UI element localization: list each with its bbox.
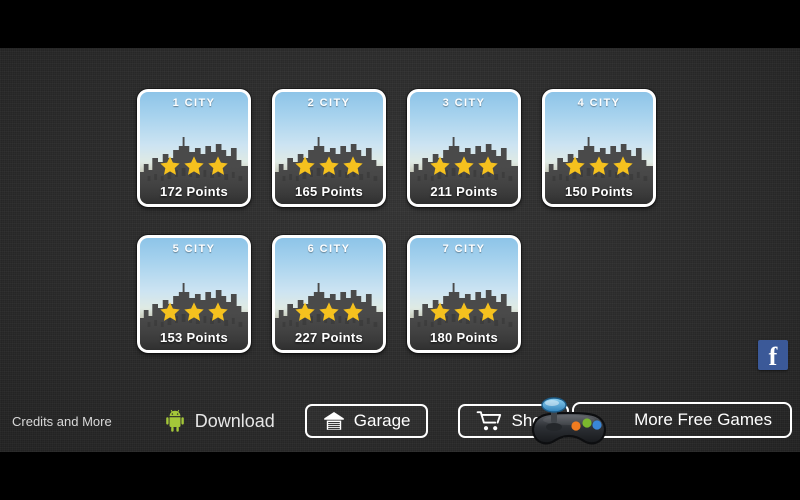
star-icon <box>430 156 450 175</box>
star-icon <box>478 156 498 175</box>
level-select-stage: 1 CITY 172 Points 2 CITY 165 Points 3 CI… <box>0 48 800 452</box>
game-screen: 1 CITY 172 Points 2 CITY 165 Points 3 CI… <box>0 0 800 500</box>
star-rating <box>140 301 248 322</box>
star-rating <box>410 301 518 322</box>
star-icon <box>565 156 585 175</box>
level-card-1[interactable]: 1 CITY 172 Points <box>137 89 251 207</box>
level-card-5[interactable]: 5 CITY 153 Points <box>137 235 251 353</box>
download-button[interactable]: Download <box>162 408 275 434</box>
star-icon <box>319 302 339 321</box>
star-icon <box>295 156 315 175</box>
star-icon <box>589 156 609 175</box>
level-card-art: 6 CITY 227 Points <box>275 238 383 350</box>
facebook-icon: f <box>768 342 778 371</box>
level-card-art: 3 CITY 211 Points <box>410 92 518 204</box>
level-card-art: 2 CITY 165 Points <box>275 92 383 204</box>
level-title: 3 CITY <box>442 97 486 109</box>
star-icon <box>319 156 339 175</box>
level-card-art: 4 CITY 150 Points <box>545 92 653 204</box>
level-title: 1 CITY <box>172 97 216 109</box>
star-rating <box>275 155 383 176</box>
star-icon <box>430 302 450 321</box>
star-icon <box>454 156 474 175</box>
garage-button[interactable]: Garage <box>304 404 429 438</box>
level-points: 150 Points <box>564 184 634 199</box>
level-card-3[interactable]: 3 CITY 211 Points <box>407 89 521 207</box>
level-card-2[interactable]: 2 CITY 165 Points <box>272 89 386 207</box>
garage-label: Garage <box>353 411 411 430</box>
star-icon <box>454 302 474 321</box>
star-rating <box>410 155 518 176</box>
level-row: 5 CITY 153 Points 6 CITY 227 Points 7 CI… <box>137 235 667 353</box>
star-icon <box>478 302 498 321</box>
level-points: 172 Points <box>159 184 229 199</box>
garage-icon <box>323 412 344 430</box>
level-points: 165 Points <box>294 184 364 199</box>
level-card-4[interactable]: 4 CITY 150 Points <box>542 89 656 207</box>
star-icon <box>613 156 633 175</box>
letterbox-top <box>0 0 800 48</box>
star-icon <box>208 156 228 175</box>
star-icon <box>208 302 228 321</box>
more-free-games-button[interactable]: More Free Games <box>532 397 792 445</box>
level-card-art: 1 CITY 172 Points <box>140 92 248 204</box>
level-title: 2 CITY <box>307 97 351 109</box>
star-icon <box>160 302 180 321</box>
star-icon <box>295 302 315 321</box>
star-icon <box>184 156 204 175</box>
shopping-cart-icon <box>477 411 502 431</box>
level-title: 5 CITY <box>172 243 216 255</box>
letterbox-bottom <box>0 452 800 500</box>
level-points: 211 Points <box>430 184 498 199</box>
level-card-6[interactable]: 6 CITY 227 Points <box>272 235 386 353</box>
star-icon <box>184 302 204 321</box>
more-free-games-label: More Free Games <box>634 410 772 429</box>
level-points: 153 Points <box>159 330 229 345</box>
star-icon <box>343 302 363 321</box>
credits-and-more-button[interactable]: Credits and More <box>12 414 112 429</box>
level-card-art: 5 CITY 153 Points <box>140 238 248 350</box>
star-rating <box>545 155 653 176</box>
level-row: 1 CITY 172 Points 2 CITY 165 Points 3 CI… <box>137 89 667 207</box>
level-title: 7 CITY <box>442 243 486 255</box>
bottom-toolbar: Credits and More Download Garage Shop Mo… <box>0 390 800 452</box>
level-points: 180 Points <box>429 330 499 345</box>
star-icon <box>343 156 363 175</box>
level-grid: 1 CITY 172 Points 2 CITY 165 Points 3 CI… <box>137 89 667 381</box>
level-title: 6 CITY <box>307 243 351 255</box>
level-card-art: 7 CITY 180 Points <box>410 238 518 350</box>
gamepad-icon <box>532 397 607 445</box>
level-title: 4 CITY <box>577 97 621 109</box>
level-points: 227 Points <box>294 330 364 345</box>
android-icon <box>165 409 184 432</box>
star-icon <box>160 156 180 175</box>
star-rating <box>140 155 248 176</box>
download-label: Download <box>194 410 275 431</box>
level-card-7[interactable]: 7 CITY 180 Points <box>407 235 521 353</box>
star-rating <box>275 301 383 322</box>
facebook-button[interactable]: f <box>758 340 788 370</box>
